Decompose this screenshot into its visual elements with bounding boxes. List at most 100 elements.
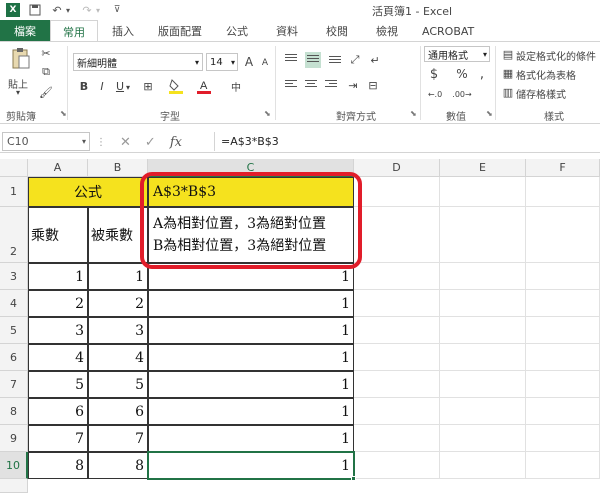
font-size-select[interactable]: 14 ▾ xyxy=(206,53,238,71)
empty-cell[interactable] xyxy=(440,425,526,452)
cell-c9[interactable]: 1 xyxy=(148,425,354,452)
increase-decimal-icon[interactable]: ←.0 xyxy=(424,86,446,102)
cell-b8[interactable]: 6 xyxy=(88,398,148,425)
cell-styles-icon[interactable]: ▥ xyxy=(500,84,516,100)
decrease-decimal-icon[interactable]: .00→ xyxy=(450,86,474,102)
empty-cell[interactable] xyxy=(526,371,600,398)
empty-cell[interactable] xyxy=(526,452,600,479)
empty-cell[interactable] xyxy=(440,317,526,344)
copy-icon[interactable]: ⧉ xyxy=(38,64,54,80)
align-middle-icon[interactable] xyxy=(305,52,321,68)
tab-file[interactable]: 檔案 xyxy=(0,20,50,42)
empty-cell[interactable] xyxy=(354,263,440,290)
redo-icon[interactable]: ↷ xyxy=(80,3,94,17)
fill-color-icon[interactable] xyxy=(168,78,184,94)
insert-function-icon[interactable]: fx xyxy=(170,135,182,150)
empty-cell[interactable] xyxy=(354,317,440,344)
column-header-a[interactable]: A xyxy=(28,159,88,177)
cell-b9[interactable]: 7 xyxy=(88,425,148,452)
row-header-6[interactable]: 6 xyxy=(0,344,28,371)
empty-cell[interactable] xyxy=(440,290,526,317)
empty-cell[interactable] xyxy=(354,207,440,263)
empty-cell[interactable] xyxy=(354,398,440,425)
empty-cell[interactable] xyxy=(354,425,440,452)
empty-cell[interactable] xyxy=(440,398,526,425)
grow-font-icon[interactable]: A xyxy=(241,54,257,70)
cell-a5[interactable]: 3 xyxy=(28,317,88,344)
tab-data[interactable]: 資料 xyxy=(262,20,312,42)
empty-cell[interactable] xyxy=(354,344,440,371)
tab-acrobat[interactable]: ACROBAT xyxy=(412,20,484,42)
row-header-8[interactable]: 8 xyxy=(0,398,28,425)
cell-b10[interactable]: 8 xyxy=(88,452,148,479)
empty-cell[interactable] xyxy=(526,398,600,425)
number-format-select[interactable]: 通用格式 ▾ xyxy=(424,46,490,62)
cell-c4[interactable]: 1 xyxy=(148,290,354,317)
empty-cell[interactable] xyxy=(526,317,600,344)
format-as-table-button[interactable]: 格式化為表格 xyxy=(516,67,576,82)
paste-dropdown-icon[interactable]: ▾ xyxy=(16,88,20,97)
empty-cell[interactable] xyxy=(440,177,526,207)
cell-b2[interactable]: 被乘數 xyxy=(88,207,148,263)
empty-cell[interactable] xyxy=(440,452,526,479)
empty-cell[interactable] xyxy=(526,290,600,317)
empty-cell[interactable] xyxy=(440,371,526,398)
bold-button[interactable]: B xyxy=(76,78,92,94)
format-painter-icon[interactable]: 🖌 xyxy=(38,84,54,100)
cell-a10[interactable]: 8 xyxy=(28,452,88,479)
cell-b5[interactable]: 3 xyxy=(88,317,148,344)
empty-cell[interactable] xyxy=(440,344,526,371)
alignment-launcher-icon[interactable]: ⬊ xyxy=(410,109,417,118)
empty-cell[interactable] xyxy=(440,207,526,263)
comma-icon[interactable]: , xyxy=(474,66,490,82)
cell-a6[interactable]: 4 xyxy=(28,344,88,371)
row-header-10[interactable]: 10 xyxy=(0,452,28,479)
wrap-text-icon[interactable]: ↵ xyxy=(367,52,383,68)
clipboard-launcher-icon[interactable]: ⬊ xyxy=(60,109,67,118)
customize-toolbar-icon[interactable]: ⊽ xyxy=(110,3,124,17)
cell-a8[interactable]: 6 xyxy=(28,398,88,425)
paste-icon[interactable] xyxy=(10,46,32,72)
cell-c7[interactable]: 1 xyxy=(148,371,354,398)
cut-icon[interactable]: ✂ xyxy=(38,45,54,61)
row-header-9[interactable]: 9 xyxy=(0,425,28,452)
save-icon[interactable] xyxy=(28,3,42,17)
tab-home[interactable]: 常用 xyxy=(50,20,98,42)
cell-a3[interactable]: 1 xyxy=(28,263,88,290)
cell-b3[interactable]: 1 xyxy=(88,263,148,290)
percent-icon[interactable]: % xyxy=(454,66,470,82)
empty-cell[interactable] xyxy=(354,371,440,398)
cell-a7[interactable]: 5 xyxy=(28,371,88,398)
cell-c8[interactable]: 1 xyxy=(148,398,354,425)
orientation-icon[interactable]: ⤢ xyxy=(347,52,363,68)
undo-icon[interactable]: ↶ xyxy=(50,3,64,17)
font-name-select[interactable]: 新細明體 ▾ xyxy=(73,53,203,71)
currency-icon[interactable]: $ xyxy=(426,66,442,82)
empty-cell[interactable] xyxy=(526,177,600,207)
row-header-4[interactable]: 4 xyxy=(0,290,28,317)
column-header-b[interactable]: B xyxy=(88,159,148,177)
fill-handle[interactable] xyxy=(351,476,356,481)
empty-cell[interactable] xyxy=(526,263,600,290)
italic-button[interactable]: I xyxy=(94,78,110,94)
align-center-icon[interactable] xyxy=(305,80,317,90)
select-all-button[interactable] xyxy=(0,159,28,177)
cell-styles-button[interactable]: 儲存格樣式 xyxy=(516,86,566,101)
phonetic-icon[interactable]: 中 xyxy=(228,78,244,94)
underline-dropdown-icon[interactable]: ▾ xyxy=(124,79,132,95)
tab-page-layout[interactable]: 版面配置 xyxy=(148,20,212,42)
align-bottom-icon[interactable] xyxy=(329,56,341,66)
row-header-5[interactable]: 5 xyxy=(0,317,28,344)
empty-cell[interactable] xyxy=(440,263,526,290)
empty-cell[interactable] xyxy=(354,177,440,207)
conditional-formatting-button[interactable]: 設定格式化的條件 xyxy=(516,48,596,63)
format-as-table-icon[interactable]: ▦ xyxy=(500,65,516,81)
empty-cell[interactable] xyxy=(354,290,440,317)
merge-center-icon[interactable]: ⊟ xyxy=(365,77,381,93)
row-header-7[interactable]: 7 xyxy=(0,371,28,398)
cell-c6[interactable]: 1 xyxy=(148,344,354,371)
column-header-d[interactable]: D xyxy=(354,159,440,177)
conditional-formatting-icon[interactable]: ▤ xyxy=(500,46,516,62)
shrink-font-icon[interactable]: A xyxy=(257,55,273,71)
tab-view[interactable]: 檢視 xyxy=(362,20,412,42)
